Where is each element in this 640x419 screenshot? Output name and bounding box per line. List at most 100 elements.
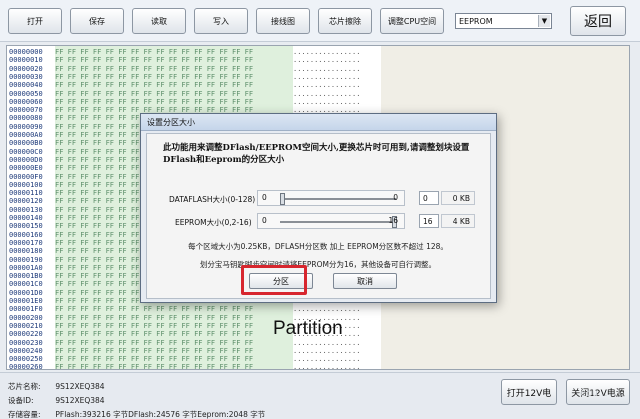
hex-address: 000001C0 (9, 280, 43, 289)
hex-row[interactable]: 00000000 FF FF FF FF FF FF FF FF FF FF FF… (9, 48, 360, 56)
bmw-key-note: 划分宝马钥匙脚步空间时请将EEPROM分为16，其他设备可自行调整。 (199, 260, 437, 269)
hex-ascii: ................ (293, 72, 361, 81)
hex-bytes[interactable]: FF FF FF FF FF FF FF FF FF FF FF FF FF F… (55, 314, 293, 322)
hex-address: 00000140 (9, 214, 43, 222)
hex-bytes[interactable]: FF FF FF FF FF FF FF FF FF FF FF FF FF F… (55, 355, 293, 363)
dataflash-thumb[interactable] (280, 193, 285, 205)
hex-bytes[interactable]: FF FF FF FF FF FF FF FF FF FF FF FF FF F… (55, 65, 293, 73)
storage-value: PFlash:393216 字节DFlash:24576 字节Eeprom:20… (55, 410, 266, 419)
hex-ascii: ................ (293, 81, 361, 90)
hex-address: 000000F0 (9, 172, 43, 181)
hex-row[interactable]: 00000020 FF FF FF FF FF FF FF FF FF FF FF… (9, 65, 360, 73)
chip-name-line: 芯片名称: 9S12XEQ384 (8, 381, 105, 392)
power-on-12v-button[interactable]: 打开12V电 (501, 379, 557, 405)
hex-bytes[interactable]: FF FF FF FF FF FF FF FF FF FF FF FF FF F… (55, 73, 293, 81)
dataflash-size: 0 KB (441, 191, 475, 205)
wiring-diagram-button[interactable]: 接线图 (256, 8, 310, 34)
adjust-cpu-space-button[interactable]: 调整CPU空间 (380, 8, 444, 34)
chip-name-value: 9S12XEQ384 (55, 382, 105, 391)
hex-bytes[interactable]: FF FF FF FF FF FF FF FF FF FF FF FF FF F… (55, 339, 293, 347)
hex-ascii: ................ (293, 97, 361, 106)
hex-address: 00000200 (9, 313, 43, 322)
hex-bytes[interactable]: FF FF FF FF FF FF FF FF FF FF FF FF FF F… (55, 347, 293, 355)
hex-bytes[interactable]: FF FF FF FF FF FF FF FF FF FF FF FF FF F… (55, 363, 293, 369)
save-button[interactable]: 保存 (70, 8, 124, 34)
hex-address: 000000A0 (9, 131, 43, 139)
eeprom-max: 16 (388, 216, 398, 225)
dialog-message: 此功能用来调整DFlash/EEPROM空间大小,更换芯片时可用到,请调整划块设… (163, 143, 470, 165)
partition-size-dialog: 设置分区大小 此功能用来调整DFlash/EEPROM空间大小,更换芯片时可用到… (140, 113, 497, 303)
eeprom-slider[interactable]: 0 16 (257, 213, 405, 229)
hex-ascii: ................ (293, 363, 361, 370)
hex-ascii: ................ (293, 48, 361, 56)
hex-row[interactable]: 00000010 FF FF FF FF FF FF FF FF FF FF FF… (9, 56, 360, 64)
hex-address: 00000110 (9, 189, 43, 198)
hex-address: 000000C0 (9, 147, 43, 156)
read-button[interactable]: 读取 (132, 8, 186, 34)
dataflash-max: 0 (393, 193, 398, 202)
hex-bytes[interactable]: FF FF FF FF FF FF FF FF FF FF FF FF FF F… (55, 330, 293, 338)
hex-bytes[interactable]: FF FF FF FF FF FF FF FF FF FF FF FF FF F… (55, 322, 293, 330)
cancel-button[interactable]: 取消 (333, 273, 397, 289)
hex-address: 00000220 (9, 330, 43, 339)
hex-address: 00000050 (9, 89, 43, 98)
toolbar: 打开 保存 读取 写入 接线图 芯片擦除 调整CPU空间 EEPROM ▼ 返回 (0, 0, 640, 42)
hex-bytes[interactable]: FF FF FF FF FF FF FF FF FF FF FF FF FF F… (55, 305, 293, 313)
hex-address: 00000060 (9, 97, 43, 106)
hex-address: 00000150 (9, 222, 43, 231)
hex-address: 00000090 (9, 122, 43, 131)
partition-button-highlight (241, 265, 307, 295)
hex-row[interactable]: 00000050 FF FF FF FF FF FF FF FF FF FF FF… (9, 90, 360, 98)
hex-address: 00000100 (9, 180, 43, 189)
dataflash-slider[interactable]: 0 0 (257, 190, 405, 206)
write-button[interactable]: 写入 (194, 8, 248, 34)
hex-address: 00000080 (9, 114, 43, 123)
chip-erase-button[interactable]: 芯片擦除 (318, 8, 372, 34)
hex-row[interactable]: 00000240 FF FF FF FF FF FF FF FF FF FF FF… (9, 347, 360, 355)
hex-address: 00000000 (9, 48, 43, 56)
hex-ascii: ................ (293, 355, 361, 364)
hex-row[interactable]: 00000030 FF FF FF FF FF FF FF FF FF FF FF… (9, 73, 360, 81)
hex-row[interactable]: 00000250 FF FF FF FF FF FF FF FF FF FF FF… (9, 355, 360, 363)
hex-row[interactable]: 00000060 FF FF FF FF FF FF FF FF FF FF FF… (9, 98, 360, 106)
hex-row[interactable]: 00000260 FF FF FF FF FF FF FF FF FF FF FF… (9, 363, 361, 370)
hex-address: 00000040 (9, 81, 43, 90)
hex-bytes[interactable]: FF FF FF FF FF FF FF FF FF FF FF FF FF F… (55, 48, 293, 56)
hex-row[interactable]: 000001F0 FF FF FF FF FF FF FF FF FF FF FF… (9, 305, 360, 313)
hex-ascii: ................ (293, 56, 361, 65)
chevron-down-icon[interactable]: ▼ (538, 15, 550, 27)
hex-address: 00000230 (9, 338, 43, 347)
hex-ascii: ................ (293, 64, 361, 73)
hex-address: 000001E0 (9, 297, 43, 305)
hex-address: 00000180 (9, 247, 43, 256)
open-button[interactable]: 打开 (8, 8, 62, 34)
memory-type-select[interactable]: EEPROM ▼ (455, 13, 552, 29)
dialog-body: 此功能用来调整DFlash/EEPROM空间大小,更换芯片时可用到,请调整划块设… (146, 133, 491, 299)
device-id-line: 设备ID: 9S12XEQ384 (8, 395, 105, 406)
hex-bytes[interactable]: FF FF FF FF FF FF FF FF FF FF FF FF FF F… (55, 56, 293, 64)
hex-bytes[interactable]: FF FF FF FF FF FF FF FF FF FF FF FF FF F… (55, 81, 293, 89)
hex-ascii: ................ (293, 305, 361, 314)
storage-line: 存储容量: PFlash:393216 字节DFlash:24576 字节Eep… (8, 409, 265, 419)
status-panel: 芯片名称: 9S12XEQ384 设备ID: 9S12XEQ384 存储容量: … (0, 372, 640, 419)
device-id-label: 设备ID: (8, 396, 34, 405)
hex-address: 00000160 (9, 230, 43, 239)
hex-address: 00000210 (9, 321, 43, 330)
hex-address: 000001D0 (9, 288, 43, 297)
dataflash-value-field[interactable]: 0 (419, 191, 439, 205)
hex-address: 00000170 (9, 238, 43, 247)
back-button[interactable]: 返回 (570, 6, 626, 36)
annotation-caption: Partition (273, 318, 343, 339)
hex-address: 00000070 (9, 106, 43, 115)
hex-row[interactable]: 00000040 FF FF FF FF FF FF FF FF FF FF FF… (9, 81, 360, 89)
hex-bytes[interactable]: FF FF FF FF FF FF FF FF FF FF FF FF FF F… (55, 98, 293, 106)
eeprom-value-field[interactable]: 16 (419, 214, 439, 228)
hex-address: 00000030 (9, 72, 43, 81)
hex-address: 00000260 (9, 363, 43, 370)
hex-address: 000000B0 (9, 139, 43, 148)
hex-bytes[interactable]: FF FF FF FF FF FF FF FF FF FF FF FF FF F… (55, 90, 293, 98)
hex-ascii: ................ (293, 89, 361, 98)
dialog-title: 设置分区大小 (141, 114, 496, 131)
hex-address: 000001A0 (9, 263, 43, 272)
watermark: ecu... (580, 388, 608, 399)
